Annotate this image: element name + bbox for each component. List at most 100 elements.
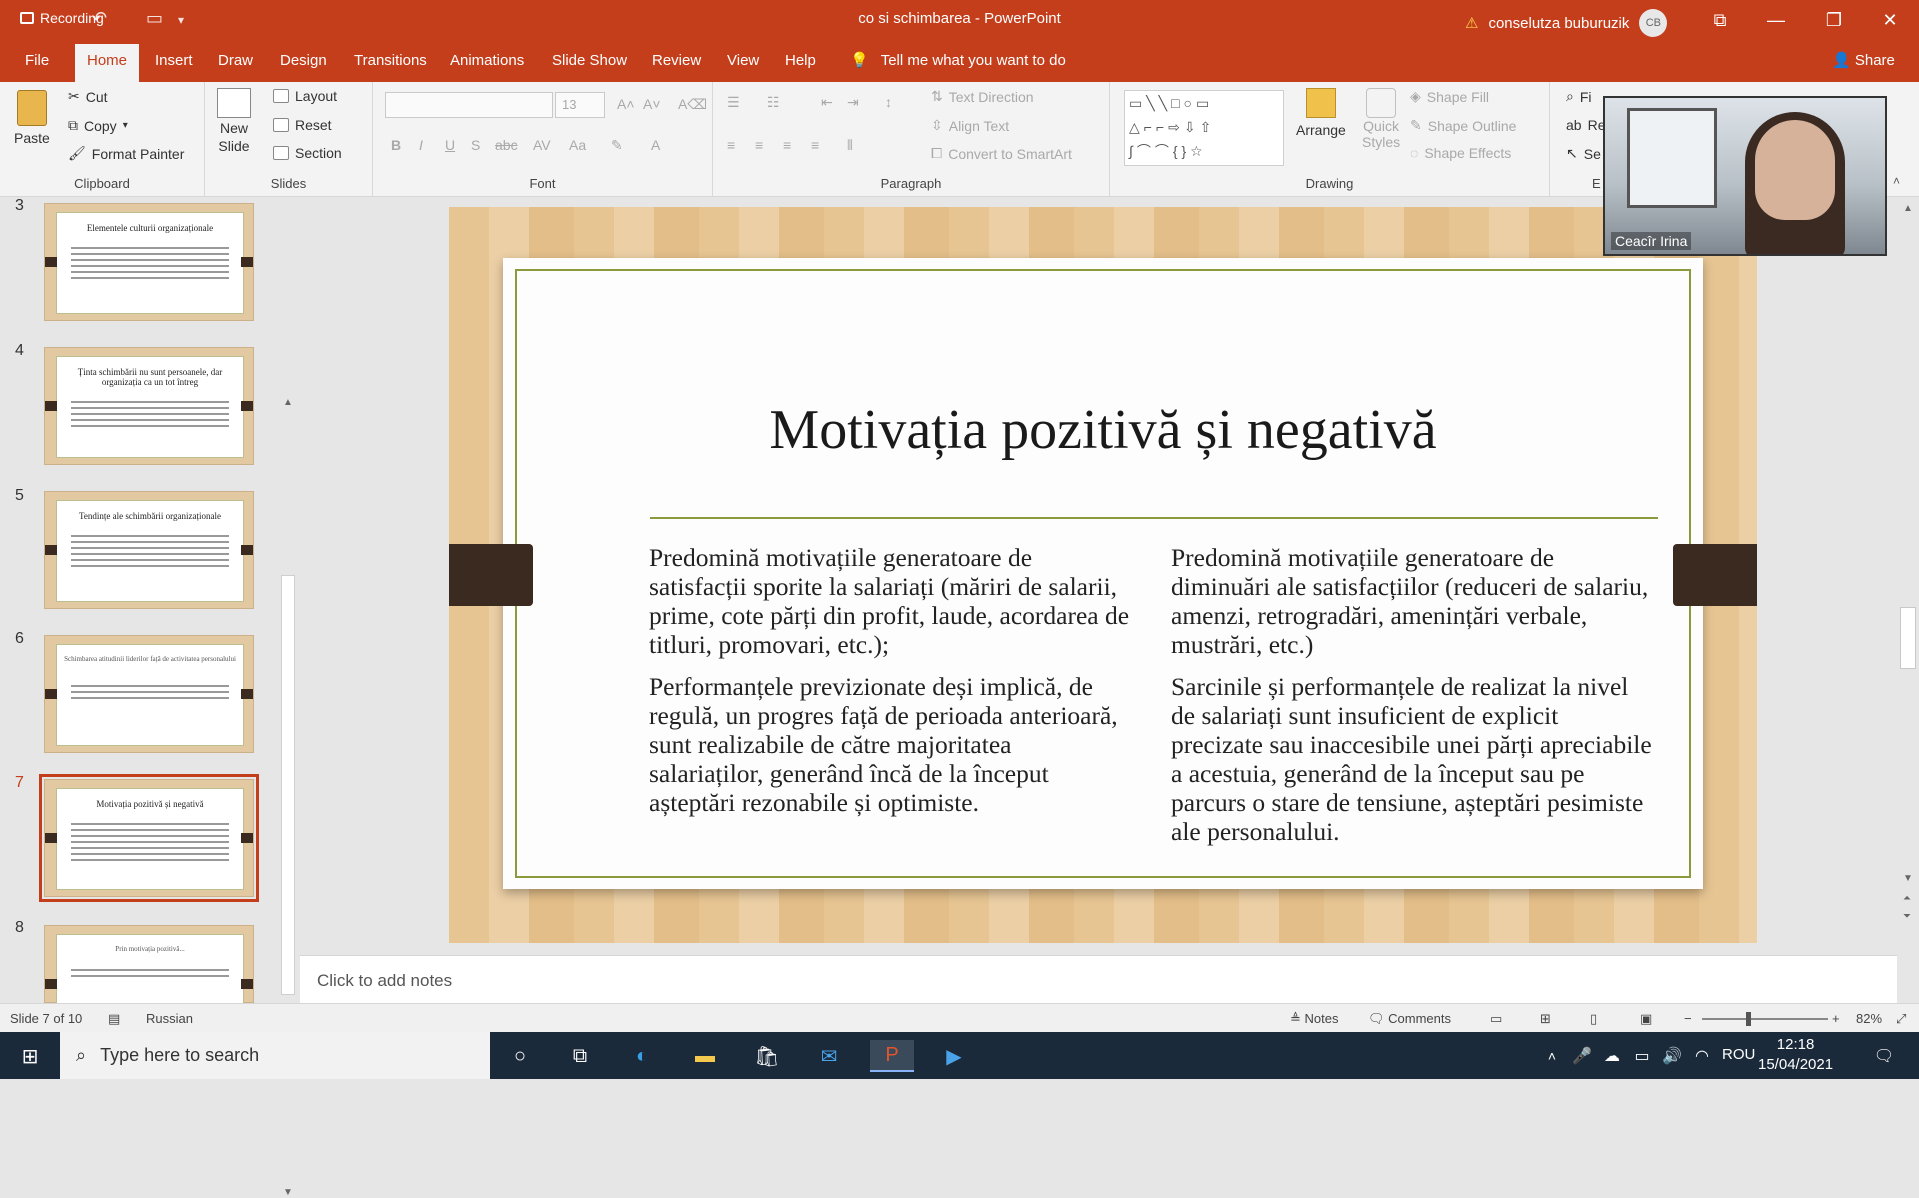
- spellcheck-icon[interactable]: ▤: [108, 1011, 120, 1027]
- minimize-button[interactable]: —: [1756, 6, 1796, 34]
- slide-canvas[interactable]: Motivația pozitivă și negativă Predomină…: [449, 207, 1757, 943]
- tab-animations[interactable]: Animations: [450, 52, 524, 69]
- previous-slide-icon[interactable]: ⏶: [1903, 893, 1911, 904]
- change-case-icon[interactable]: Aa: [569, 137, 586, 153]
- file-explorer-icon[interactable]: ▬: [683, 1040, 727, 1072]
- grow-font-icon[interactable]: A˄: [617, 96, 635, 112]
- share-button[interactable]: 👤 Share: [1832, 51, 1895, 69]
- quick-styles-button[interactable]: Quick Styles: [1362, 88, 1400, 150]
- tab-review[interactable]: Review: [652, 52, 701, 69]
- align-left-icon[interactable]: ≡: [727, 137, 735, 153]
- find-button[interactable]: ⌕ Fi: [1566, 88, 1592, 105]
- zoom-app-icon[interactable]: ▶: [932, 1040, 976, 1072]
- normal-view-icon[interactable]: ▭: [1490, 1011, 1502, 1027]
- zoom-out-icon[interactable]: −: [1684, 1011, 1692, 1026]
- shadow-icon[interactable]: S: [471, 137, 480, 153]
- slide-thumbnail[interactable]: Ținta schimbării nu sunt persoanele, dar…: [44, 347, 254, 465]
- powerpoint-taskbar-icon[interactable]: P: [870, 1040, 914, 1072]
- slide-thumbnail[interactable]: Prin motivația pozitivă...: [44, 925, 254, 1004]
- scroll-down-icon[interactable]: ▼: [1903, 873, 1913, 884]
- tab-transitions[interactable]: Transitions: [354, 52, 427, 69]
- highlight-icon[interactable]: ✎: [611, 137, 623, 154]
- arrange-button[interactable]: Arrange: [1296, 88, 1346, 138]
- zoom-in-icon[interactable]: +: [1832, 1011, 1840, 1026]
- numbering-icon[interactable]: ☷: [767, 94, 780, 111]
- align-center-icon[interactable]: ≡: [755, 137, 763, 153]
- format-painter-button[interactable]: 🖌 Format Painter: [68, 145, 184, 162]
- paste-button[interactable]: Paste: [14, 90, 50, 146]
- mail-icon[interactable]: ✉: [807, 1040, 851, 1072]
- collapse-ribbon-icon[interactable]: ˄: [1893, 174, 1900, 188]
- task-view-icon[interactable]: ⧉: [558, 1040, 602, 1072]
- notes-pane[interactable]: Click to add notes: [300, 955, 1897, 1003]
- increase-indent-icon[interactable]: ⇥: [847, 94, 859, 111]
- tab-insert[interactable]: Insert: [155, 52, 193, 69]
- edge-icon[interactable]: ◐: [620, 1040, 664, 1072]
- scroll-up-icon[interactable]: ▲: [1903, 203, 1913, 214]
- slide-thumbnail[interactable]: Elementele culturii organizaționale: [44, 203, 254, 321]
- tell-me-search[interactable]: 💡 Tell me what you want to do: [850, 51, 1066, 70]
- align-text-button[interactable]: ⇳ Align Text: [931, 117, 1009, 134]
- ribbon-display-options-icon[interactable]: ⧉: [1700, 6, 1740, 34]
- italic-icon[interactable]: I: [419, 137, 423, 153]
- decrease-indent-icon[interactable]: ⇤: [821, 94, 833, 111]
- section-button[interactable]: Section: [273, 145, 342, 161]
- system-clock[interactable]: 12:18 15/04/2021: [1758, 1035, 1833, 1075]
- store-icon[interactable]: 🛍: [745, 1040, 789, 1072]
- cortana-icon[interactable]: ○: [498, 1040, 542, 1072]
- slide-scroll-thumb[interactable]: [1900, 607, 1916, 669]
- slide-scrollbar[interactable]: ▲ ▼ ⏶ ⏷: [1897, 197, 1919, 1003]
- font-color-icon[interactable]: A: [651, 137, 660, 153]
- scroll-down-icon[interactable]: ▼: [283, 1187, 293, 1198]
- taskbar-search[interactable]: ⌕ Type here to search: [60, 1032, 490, 1079]
- notes-toggle[interactable]: ≜ Notes: [1290, 1011, 1338, 1027]
- tab-design[interactable]: Design: [280, 52, 327, 69]
- webcam-video[interactable]: Ceacîr Irina: [1603, 96, 1887, 256]
- avatar[interactable]: CB: [1639, 9, 1668, 37]
- justify-icon[interactable]: ≡: [811, 137, 819, 153]
- thumbnail-scroll-thumb[interactable]: [281, 575, 295, 995]
- slide-title[interactable]: Motivația pozitivă și negativă: [503, 398, 1703, 462]
- columns-icon[interactable]: ⫴: [847, 137, 853, 154]
- underline-icon[interactable]: U: [445, 137, 455, 153]
- cut-button[interactable]: ✂ Cut: [68, 88, 108, 105]
- shrink-font-icon[interactable]: A˅: [643, 96, 661, 112]
- zoom-slider[interactable]: [1702, 1012, 1828, 1026]
- right-column-text[interactable]: Predomină motivațiile generatoare de dim…: [1171, 543, 1653, 859]
- slide-thumbnail[interactable]: Schimbarea atitudinii liderilor față de …: [44, 635, 254, 753]
- close-button[interactable]: ✕: [1870, 6, 1910, 34]
- shape-effects-button[interactable]: ◌ Shape Effects: [1410, 145, 1511, 161]
- font-name-field[interactable]: [385, 92, 553, 118]
- reading-view-icon[interactable]: ▯: [1590, 1011, 1597, 1027]
- notifications-icon[interactable]: 🗨: [1862, 1040, 1906, 1072]
- convert-smartart-button[interactable]: ⧠ Convert to SmartArt: [931, 145, 1072, 162]
- copy-button[interactable]: ⧉ Copy ▾: [68, 117, 128, 134]
- replace-button[interactable]: ab Re: [1566, 117, 1605, 133]
- slide-sorter-icon[interactable]: ⊞: [1540, 1011, 1551, 1027]
- font-size-field[interactable]: 13: [555, 92, 605, 118]
- tab-home[interactable]: Home: [75, 44, 140, 82]
- scroll-up-icon[interactable]: ▲: [283, 397, 293, 408]
- slide-thumbnail[interactable]: Tendințe ale schimbării organizaționale: [44, 491, 254, 609]
- next-slide-icon[interactable]: ⏷: [1903, 911, 1911, 922]
- line-spacing-icon[interactable]: ↕: [885, 94, 892, 110]
- user-account[interactable]: ⚠ conselutza buburuzik CB: [1465, 9, 1668, 37]
- slideshow-view-icon[interactable]: ▣: [1640, 1011, 1652, 1027]
- tab-file[interactable]: File: [25, 52, 49, 69]
- shapes-gallery[interactable]: ▭╲╲□○▭ △⌐⌐⇨⇩⇧ ∫⌒⌒{}☆: [1124, 90, 1284, 166]
- left-column-text[interactable]: Predomină motivațiile generatoare de sat…: [649, 543, 1131, 830]
- reset-button[interactable]: Reset: [273, 117, 332, 133]
- zoom-slider-thumb[interactable]: [1746, 1012, 1751, 1026]
- clear-formatting-icon[interactable]: A⌫: [678, 96, 707, 113]
- new-slide-button[interactable]: New Slide: [217, 88, 251, 154]
- slide-thumbnail-selected[interactable]: Motivația pozitivă și negativă: [44, 779, 254, 897]
- shape-fill-button[interactable]: ◈ Shape Fill: [1410, 88, 1489, 105]
- wifi-icon[interactable]: ◠: [1680, 1040, 1724, 1072]
- strikethrough-icon[interactable]: abc: [495, 137, 518, 153]
- align-right-icon[interactable]: ≡: [783, 137, 791, 153]
- bullets-icon[interactable]: ☰: [727, 94, 740, 111]
- character-spacing-icon[interactable]: AV: [533, 137, 551, 153]
- bold-icon[interactable]: B: [391, 137, 401, 153]
- restore-button[interactable]: ❐: [1814, 6, 1854, 34]
- tab-view[interactable]: View: [727, 52, 759, 69]
